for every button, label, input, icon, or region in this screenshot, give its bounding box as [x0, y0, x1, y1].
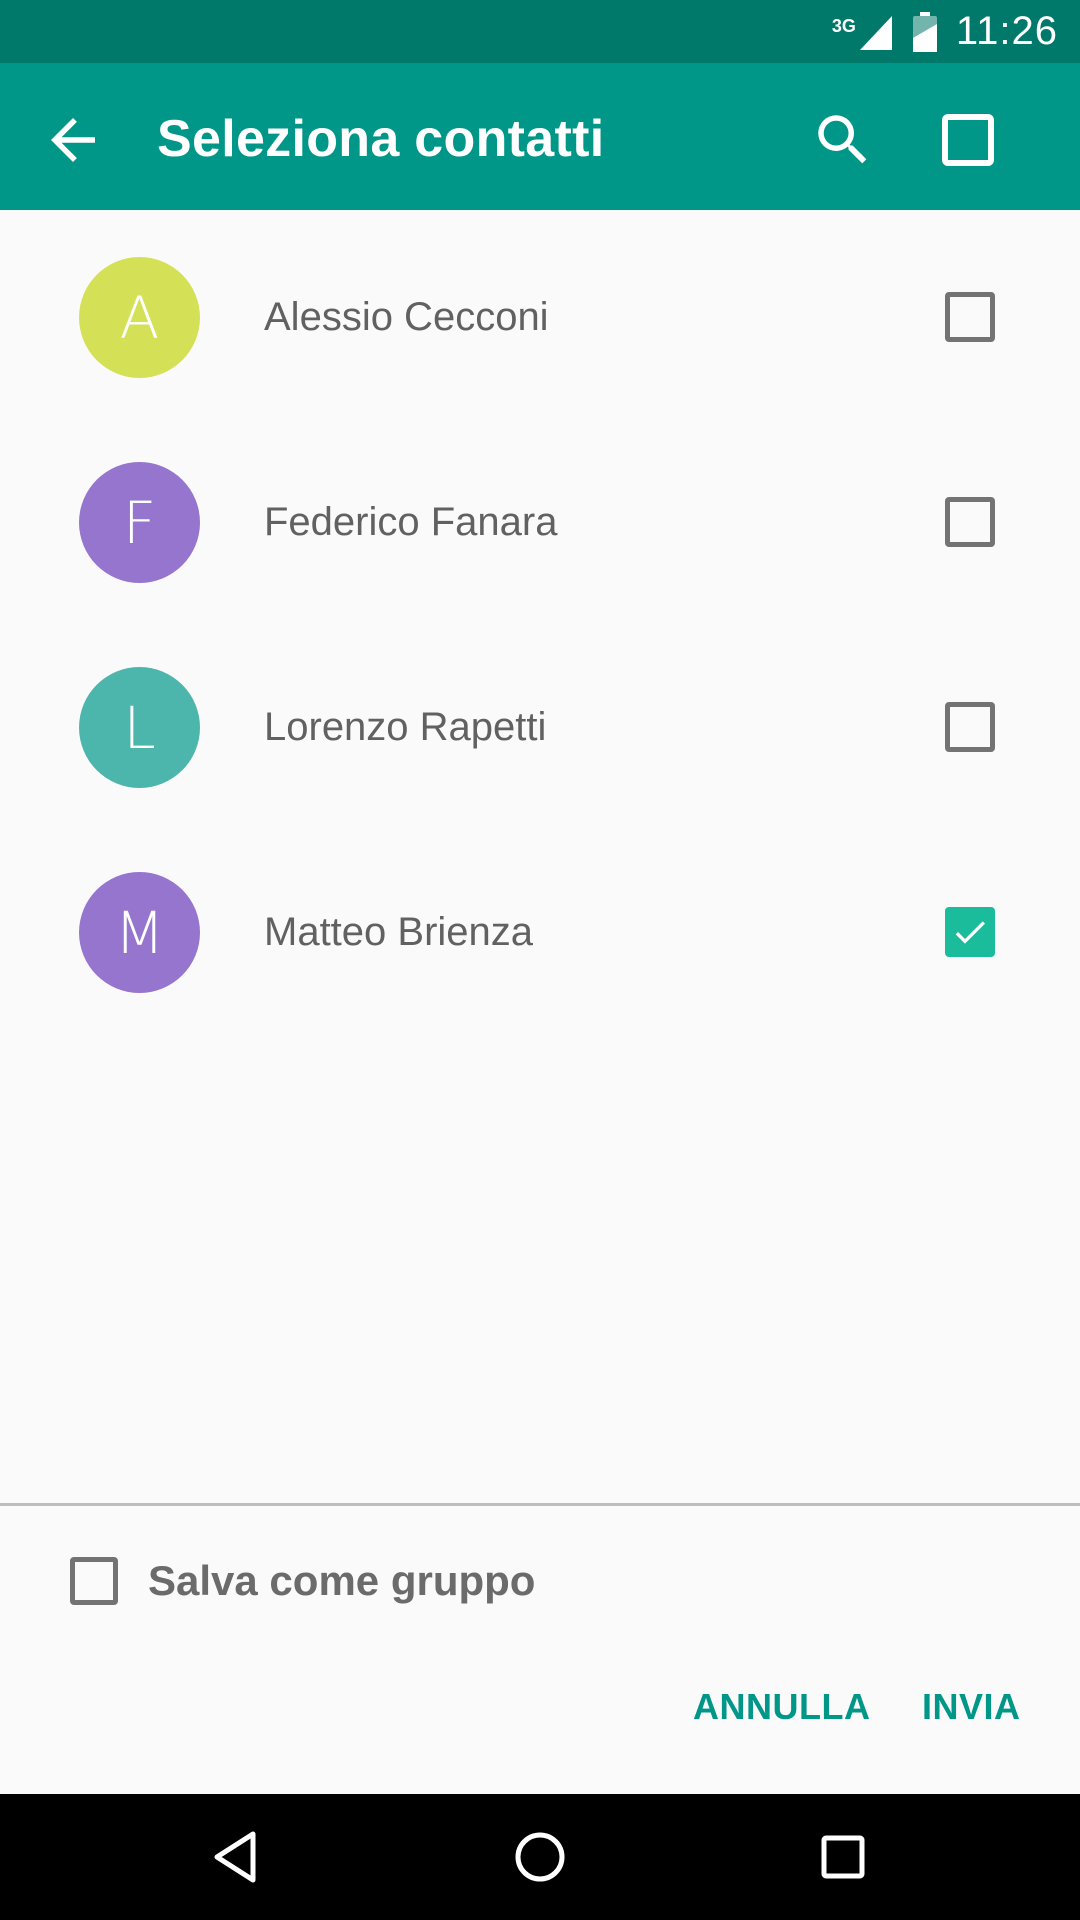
checkmark-icon [955, 921, 985, 944]
status-bar: 3G 11:26 [0, 0, 1080, 63]
nav-recents-icon [821, 1835, 865, 1879]
nav-home-button[interactable] [509, 1826, 571, 1888]
contact-checkbox[interactable] [945, 907, 995, 957]
select-all-checkbox-icon [942, 114, 994, 166]
save-group-checkbox[interactable] [70, 1557, 118, 1605]
network-type: 3G [831, 15, 856, 36]
contact-name: Federico Fanara [264, 500, 558, 544]
nav-back-button[interactable] [205, 1826, 267, 1888]
contact-list: A Alessio Cecconi F Federico Fanara L Lo… [0, 210, 1080, 1030]
page-title: Seleziona contatti [157, 110, 605, 168]
divider [0, 1503, 1080, 1506]
nav-back-icon [214, 1831, 256, 1883]
contact-row[interactable]: F Federico Fanara [0, 415, 1080, 620]
save-group-label: Salva come gruppo [148, 1557, 536, 1604]
checkbox-box [945, 497, 995, 547]
contact-checkbox[interactable] [945, 702, 995, 752]
avatar: F [79, 462, 200, 583]
search-button[interactable] [810, 107, 876, 173]
contact-name: Lorenzo Rapetti [264, 705, 547, 749]
save-group-option[interactable]: Salva come gruppo [70, 1556, 535, 1606]
nav-home-icon [515, 1832, 565, 1882]
contact-row[interactable]: M Matteo Brienza [0, 825, 1080, 1030]
contact-checkbox[interactable] [945, 497, 995, 547]
navigation-bar [0, 1794, 1080, 1920]
checkbox-box [945, 292, 995, 342]
checkbox-box [70, 1557, 118, 1605]
avatar: A [79, 257, 200, 378]
checkbox-box [945, 702, 995, 752]
battery-icon [912, 11, 937, 52]
checkbox-box [945, 907, 995, 957]
app-bar: Seleziona contatti [0, 63, 1080, 210]
clock: 11:26 [955, 9, 1058, 53]
back-button[interactable] [40, 107, 106, 173]
nav-recents-button[interactable] [812, 1826, 874, 1888]
screen: 3G 11:26 Seleziona contatti A Alessio Ce… [0, 0, 1080, 1920]
contact-checkbox[interactable] [945, 292, 995, 342]
avatar: M [79, 872, 200, 993]
contact-name: Alessio Cecconi [264, 295, 549, 339]
avatar: L [79, 667, 200, 788]
signal-icon [859, 15, 892, 50]
back-arrow-icon [51, 118, 95, 162]
send-button[interactable]: INVIA [922, 1686, 1021, 1728]
contact-row[interactable]: A Alessio Cecconi [0, 210, 1080, 415]
contact-name: Matteo Brienza [264, 910, 534, 954]
cancel-button[interactable]: ANNULLA [693, 1686, 870, 1728]
search-icon [818, 115, 867, 164]
select-all-button[interactable] [937, 109, 1001, 173]
network-indicator: 3G [832, 12, 894, 52]
contact-row[interactable]: L Lorenzo Rapetti [0, 620, 1080, 825]
